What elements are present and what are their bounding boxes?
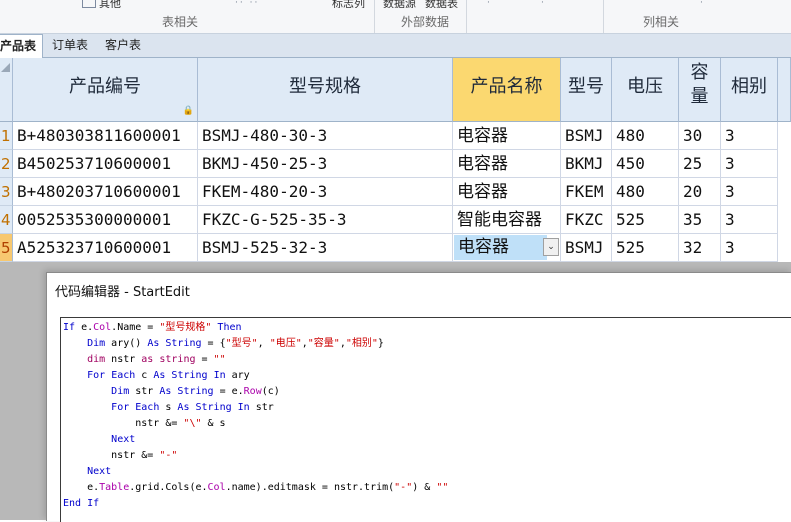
cell-model-spec[interactable]: BSMJ-480-30-3 [198,122,453,150]
code-line[interactable]: e.Table.grid.Cols(e.Col.name).editmask =… [63,480,448,496]
code-line[interactable]: For Each s As String In str [63,400,448,416]
cell-model[interactable]: FKZC [561,206,612,234]
select-all-icon [1,63,10,72]
ribbon-more-icon: ·· ·· [235,0,260,8]
cell-model-spec[interactable]: BKMJ-450-25-3 [198,150,453,178]
cell-phase[interactable]: 3 [721,150,778,178]
cell-capacity[interactable]: 35 [679,206,721,234]
code-line[interactable]: Dim ary() As String = {"型号", "电压","容量","… [63,336,448,352]
ribbon-group-table: 表相关 [161,15,198,29]
data-grid[interactable]: 产品编号 🔒 型号规格 产品名称 型号 电压 容量 相别 1 B+4803038… [0,58,791,262]
code-line[interactable]: nstr &= "-" [63,448,448,464]
cell-phase[interactable]: 3 [721,178,778,206]
grid-corner[interactable] [0,58,13,122]
table-icon [82,0,96,8]
ribbon-other-button[interactable]: 其他 [82,0,121,8]
cell-capacity[interactable]: 30 [679,122,721,150]
column-header-model-spec[interactable]: 型号规格 [198,58,453,122]
cell-product-name[interactable]: 电容器 [453,150,561,178]
lock-icon: 🔒 [182,106,194,116]
ribbon-separator [374,0,375,33]
cell-voltage[interactable]: 525 [612,234,679,262]
window-title: 代码编辑器 - StartEdit [55,285,190,300]
table-row[interactable]: 3 B+480203710600001 FKEM-480-20-3 电容器 FK… [0,178,791,206]
cell-voltage[interactable]: 480 [612,178,679,206]
workspace-background [0,262,46,520]
cell-capacity[interactable]: 32 [679,234,721,262]
table-row[interactable]: 5 A525323710600001 BSMJ-525-32-3 电容器 ⌄ B… [0,234,791,262]
column-header-voltage[interactable]: 电压 [612,58,679,122]
cell-voltage[interactable]: 450 [612,150,679,178]
ribbon-separator [466,0,467,33]
row-header[interactable]: 5 [0,234,13,262]
combo-value[interactable]: 电容器 [454,235,547,260]
ribbon-datatable-button[interactable]: 数据表 [425,0,458,8]
column-header-extra [778,58,791,122]
row-header[interactable]: 2 [0,150,13,178]
code-line[interactable]: nstr &= "\" & s [63,416,448,432]
code-line[interactable]: For Each c As String In ary [63,368,448,384]
ribbon-group-external-data: 外部数据 [400,15,449,29]
cell-model-spec[interactable]: BSMJ-525-32-3 [198,234,453,262]
cell-product-name[interactable]: 智能电容器 [453,206,561,234]
ribbon: 其他 ·· ·· 标志列 数据源 数据表 · · · 表相关 外部数据 列相关 [0,0,791,34]
code-text[interactable]: If e.Col.Name = "型号规格" Then Dim ary() As… [63,320,448,512]
ribbon-flag-column-button[interactable]: 标志列 [332,0,365,8]
code-line[interactable]: dim nstr as string = "" [63,352,448,368]
workspace-background [0,262,791,272]
cell-phase[interactable]: 3 [721,234,778,262]
cell-phase[interactable]: 3 [721,122,778,150]
cell-phase[interactable]: 3 [721,206,778,234]
code-line[interactable]: End If [63,496,448,512]
code-line[interactable]: Dim str As String = e.Row(c) [63,384,448,400]
cell-model-spec[interactable]: FKZC-G-525-35-3 [198,206,453,234]
cell-model[interactable]: BSMJ [561,234,612,262]
code-line[interactable]: Next [63,464,448,480]
cell-product-name[interactable]: 电容器 [453,122,561,150]
cell-product-code[interactable]: B450253710600001 [13,150,198,178]
column-header-model[interactable]: 型号 [561,58,612,122]
cell-product-code[interactable]: B+480303811600001 [13,122,198,150]
cell-model-spec[interactable]: FKEM-480-20-3 [198,178,453,206]
cell-product-name[interactable]: 电容器 [453,178,561,206]
table-row[interactable]: 4 0052535300000001 FKZC-G-525-35-3 智能电容器… [0,206,791,234]
table-row[interactable]: 2 B450253710600001 BKMJ-450-25-3 电容器 BKM… [0,150,791,178]
chevron-down-icon[interactable]: ⌄ [543,238,559,256]
cell-voltage[interactable]: 525 [612,206,679,234]
cell-product-code[interactable]: 0052535300000001 [13,206,198,234]
table-row[interactable]: 1 B+480303811600001 BSMJ-480-30-3 电容器 BS… [0,122,791,150]
cell-model[interactable]: FKEM [561,178,612,206]
code-line[interactable]: Next [63,432,448,448]
row-header[interactable]: 1 [0,122,13,150]
ribbon-more-icon: · [541,0,546,8]
column-header-product-name[interactable]: 产品名称 [453,58,561,122]
table-tab-bar: 产品表 订单表 客户表 [0,34,791,58]
ribbon-more-icon: · [487,0,492,8]
column-header-capacity[interactable]: 容量 [679,58,721,122]
code-editor-area[interactable]: If e.Col.Name = "型号规格" Then Dim ary() As… [60,317,791,522]
ribbon-separator [603,0,604,33]
tab-customers[interactable]: 客户表 [99,34,147,57]
cell-capacity[interactable]: 25 [679,150,721,178]
code-editor-window[interactable]: 代码编辑器 - StartEdit If e.Col.Name = "型号规格"… [46,272,791,522]
tab-products[interactable]: 产品表 [0,34,44,58]
row-header[interactable]: 3 [0,178,13,206]
cell-model[interactable]: BSMJ [561,122,612,150]
cell-product-code[interactable]: A525323710600001 [13,234,198,262]
cell-capacity[interactable]: 20 [679,178,721,206]
ribbon-datasource-button[interactable]: 数据源 [383,0,416,8]
ribbon-more-icon: · [700,0,705,8]
column-header-phase[interactable]: 相别 [721,58,778,122]
tab-orders[interactable]: 订单表 [46,34,94,57]
cell-product-name-editor[interactable]: 电容器 ⌄ [453,234,561,262]
ribbon-group-column: 列相关 [642,15,679,29]
cell-model[interactable]: BKMJ [561,150,612,178]
code-line[interactable]: If e.Col.Name = "型号规格" Then [63,320,448,336]
row-header[interactable]: 4 [0,206,13,234]
cell-product-code[interactable]: B+480203710600001 [13,178,198,206]
cell-voltage[interactable]: 480 [612,122,679,150]
column-header-product-code[interactable]: 产品编号 🔒 [13,58,198,122]
